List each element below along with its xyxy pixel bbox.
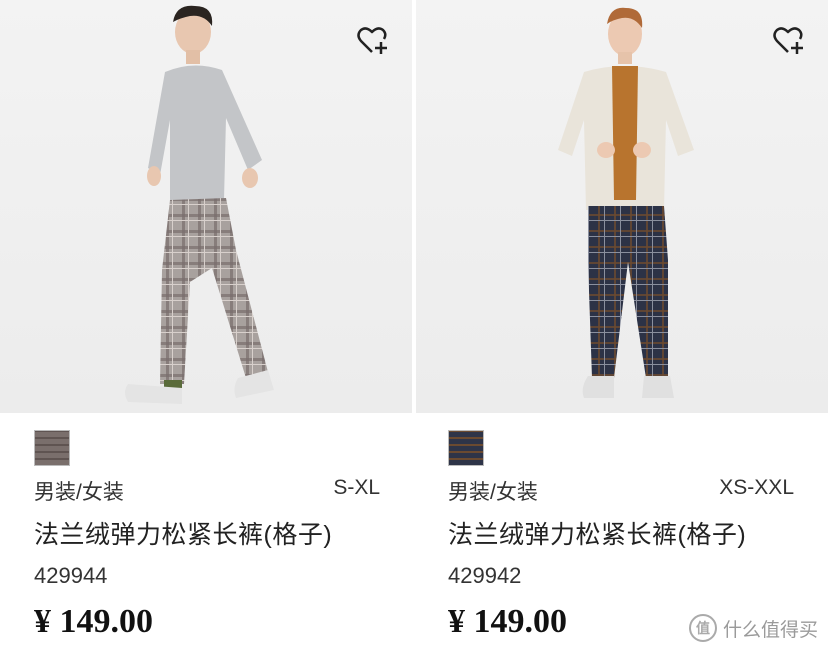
size-range: XS-XXL (719, 476, 794, 499)
color-swatch[interactable] (448, 430, 484, 466)
heart-plus-icon[interactable] (772, 24, 806, 58)
product-code: 429942 (448, 563, 522, 588)
product-code: 429944 (34, 563, 108, 588)
product-photo[interactable] (0, 0, 412, 413)
product-card[interactable]: 男装/女装 XS-XXL 法兰绒弹力松紧长裤(格子) 429942 ¥ 149.… (414, 0, 828, 654)
heart-plus-icon[interactable] (356, 24, 390, 58)
product-photo[interactable] (416, 0, 828, 413)
watermark-logo-icon: 值 (688, 614, 717, 642)
model-figure (125, 5, 274, 404)
size-range: S-XL (333, 476, 380, 499)
product-card[interactable]: 男装/女装 S-XL 法兰绒弹力松紧长裤(格子) 429944 ¥ 149.00 (0, 0, 414, 654)
watermark-text: 什么值得买 (722, 619, 818, 641)
product-price: ¥ 149.00 (448, 603, 567, 640)
site-watermark: 值 什么值得买 (688, 614, 818, 642)
product-name[interactable]: 法兰绒弹力松紧长裤(格子) (448, 515, 746, 551)
model-figure (558, 7, 694, 398)
product-price: ¥ 149.00 (34, 603, 153, 640)
gender-label: 男装/女装 (448, 481, 538, 504)
product-name[interactable]: 法兰绒弹力松紧长裤(格子) (34, 515, 332, 551)
product-grid: 男装/女装 S-XL 法兰绒弹力松紧长裤(格子) 429944 ¥ 149.00 (0, 0, 828, 654)
color-swatch[interactable] (34, 430, 70, 466)
gender-label: 男装/女装 (34, 481, 124, 504)
